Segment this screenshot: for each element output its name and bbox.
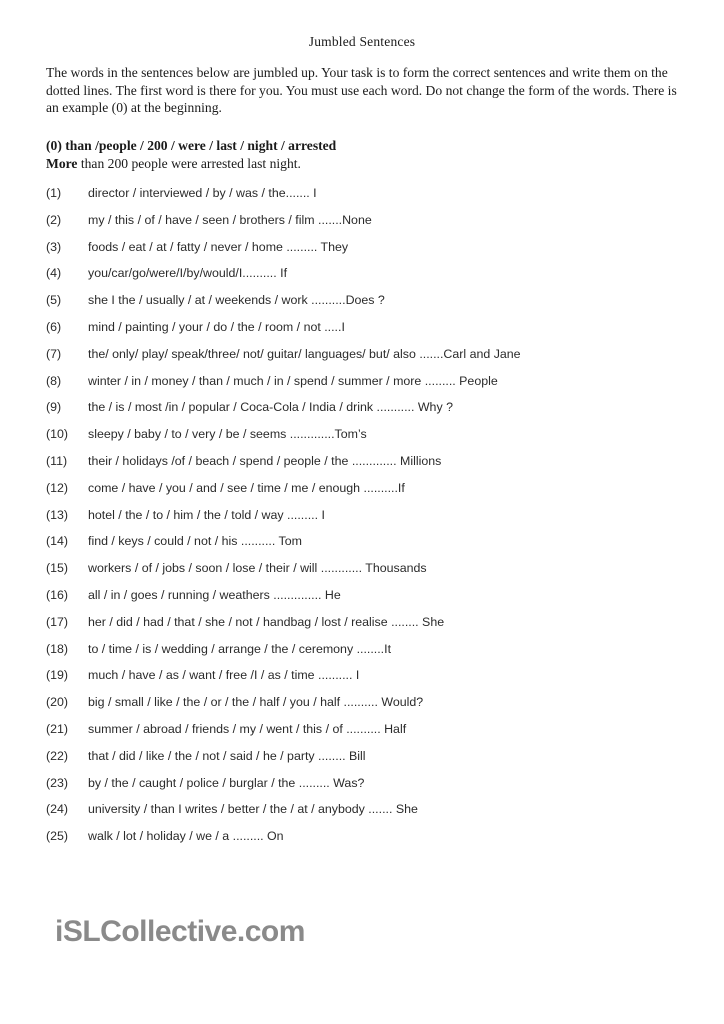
exercise-item-text: director / interviewed / by / was / the.…: [88, 186, 317, 200]
exercise-item: (16) all / in / goes / running / weathers…: [0, 588, 724, 615]
exercise-item: (9) the / is / most /in / popular / Coca-…: [0, 400, 724, 427]
exercise-item: (2) my / this / of / have / seen / brothe…: [0, 213, 724, 240]
exercise-item-text: mind / painting / your / do / the / room…: [88, 319, 345, 334]
exercise-item: (14) find / keys / could / not / his ....…: [0, 534, 724, 561]
exercise-item-number: (8): [46, 373, 62, 388]
exercise-item-number: (7): [46, 346, 62, 361]
exercise-item-number: (13): [46, 507, 69, 522]
exercise-item-text: she I the / usually / at / weekends / wo…: [88, 293, 385, 308]
exercise-item-number: (21): [46, 721, 69, 736]
exercise-item-text: all / in / goes / running / weathers ...…: [88, 587, 341, 602]
exercise-item-text: university / than I writes / better / th…: [88, 802, 418, 817]
exercise-item: (4) you/car/go/were/I/by/would/I.........…: [0, 266, 724, 293]
exercise-item-number: (10): [46, 427, 69, 442]
islcollective-logo: iSLCollective.com: [55, 915, 305, 948]
exercise-item-text: find / keys / could / not / his ........…: [88, 534, 302, 549]
exercise-item-number: (18): [46, 641, 69, 656]
exercise-item-number: (3): [46, 239, 62, 254]
exercise-item-number: (11): [46, 453, 68, 468]
exercise-item-text: to / time / is / wedding / arrange / the…: [88, 641, 392, 656]
exercise-item: (24) university / than I writes / better …: [0, 802, 724, 829]
exercise-item-text: the / is / most /in / popular / Coca-Col…: [88, 400, 453, 415]
example-answer: More than 200 people were arrested last …: [46, 155, 678, 173]
exercise-item: (21) summer / abroad / friends / my / wen…: [0, 722, 724, 749]
exercise-item-number: (15): [46, 561, 69, 576]
exercise-item: (5) she I the / usually / at / weekends /…: [0, 293, 724, 320]
exercise-item: (1) director / interviewed / by / was / t…: [0, 186, 724, 213]
exercise-item: (8) winter / in / money / than / much / i…: [0, 374, 724, 401]
exercise-item: (12) come / have / you / and / see / time…: [0, 481, 724, 508]
exercise-item-number: (17): [46, 614, 69, 629]
exercise-item: (25) walk / lot / holiday / we / a ......…: [0, 829, 724, 856]
exercise-item-text: summer / abroad / friends / my / went / …: [88, 721, 407, 736]
exercise-item-text: workers / of / jobs / soon / lose / thei…: [88, 561, 427, 576]
exercise-item: (19) much / have / as / want / free /I / …: [0, 668, 724, 695]
exercise-item: (17) her / did / had / that / she / not /…: [0, 615, 724, 642]
exercise-item: (11) their / holidays /of / beach / spend…: [0, 454, 724, 481]
exercise-item-text: hotel / the / to / him / the / told / wa…: [88, 507, 325, 522]
exercise-item-text: sleepy / baby / to / very / be / seems .…: [88, 427, 367, 442]
exercise-item-text: their / holidays /of / beach / spend / p…: [88, 453, 442, 468]
exercise-item-text: her / did / had / that / she / not / han…: [88, 614, 445, 629]
exercise-item-number: (6): [46, 319, 62, 334]
exercise-item-number: (12): [46, 480, 69, 495]
exercise-item-text: winter / in / money / than / much / in /…: [88, 373, 498, 388]
page-title: Jumbled Sentences: [308, 34, 416, 49]
exercise-item-number: (25): [46, 829, 69, 844]
exercise-item-list: (1) director / interviewed / by / was / t…: [0, 186, 724, 856]
exercise-item: (23) by / the / caught / police / burglar…: [0, 776, 724, 803]
example-answer-rest: than 200 people were arrested last night…: [77, 155, 301, 171]
example-answer-first-word: More: [46, 155, 78, 171]
exercise-item: (13) hotel / the / to / him / the / told …: [0, 508, 724, 535]
worksheet-page: Jumbled Sentences The words in the sente…: [0, 0, 724, 1024]
exercise-item-text: the/ only/ play/ speak/three/ not/ guita…: [88, 346, 521, 361]
exercise-item: (18) to / time / is / wedding / arrange /…: [0, 642, 724, 669]
exercise-item: (22) that / did / like / the / not / said…: [0, 749, 724, 776]
exercise-item-number: (4): [46, 266, 62, 281]
exercise-item-text: foods / eat / at / fatty / never / home …: [88, 239, 349, 254]
exercise-item-text: much / have / as / want / free /I / as /…: [88, 668, 360, 683]
exercise-item: (6) mind / painting / your / do / the / r…: [0, 320, 724, 347]
exercise-item-text: walk / lot / holiday / we / a ......... …: [88, 829, 284, 844]
example-block: (0) than /people / 200 / were / last / n…: [46, 137, 678, 172]
exercise-item-number: (1): [46, 186, 62, 200]
exercise-item: (7) the/ only/ play/ speak/three/ not/ gu…: [0, 347, 724, 374]
exercise-item-number: (14): [46, 534, 69, 549]
exercise-item-text: by / the / caught / police / burglar / t…: [88, 775, 365, 790]
example-prompt: (0) than /people / 200 / were / last / n…: [46, 138, 337, 153]
exercise-item: (10) sleepy / baby / to / very / be / see…: [0, 427, 724, 454]
instructions-paragraph: The words in the sentences below are jum…: [46, 65, 677, 115]
exercise-item-number: (2): [46, 212, 62, 227]
exercise-item-text: come / have / you / and / see / time / m…: [88, 480, 405, 495]
exercise-item: (20) big / small / like / the / or / the …: [0, 695, 724, 722]
exercise-item-number: (5): [46, 293, 62, 308]
exercise-item-text: my / this / of / have / seen / brothers …: [88, 212, 372, 227]
exercise-item-number: (20): [46, 695, 69, 710]
exercise-item-text: that / did / like / the / not / said / h…: [88, 748, 366, 763]
exercise-item: (15) workers / of / jobs / soon / lose / …: [0, 561, 724, 588]
exercise-item-number: (9): [46, 400, 62, 415]
exercise-item-number: (24): [46, 802, 69, 817]
exercise-item-number: (16): [46, 587, 69, 602]
exercise-item: (3) foods / eat / at / fatty / never / ho…: [0, 240, 724, 267]
exercise-item-number: (22): [46, 748, 69, 763]
exercise-item-number: (23): [46, 775, 69, 790]
exercise-item-text: big / small / like / the / or / the / ha…: [88, 695, 424, 710]
exercise-item-number: (19): [46, 668, 69, 683]
exercise-item-text: you/car/go/were/I/by/would/I.......... I…: [88, 266, 288, 281]
